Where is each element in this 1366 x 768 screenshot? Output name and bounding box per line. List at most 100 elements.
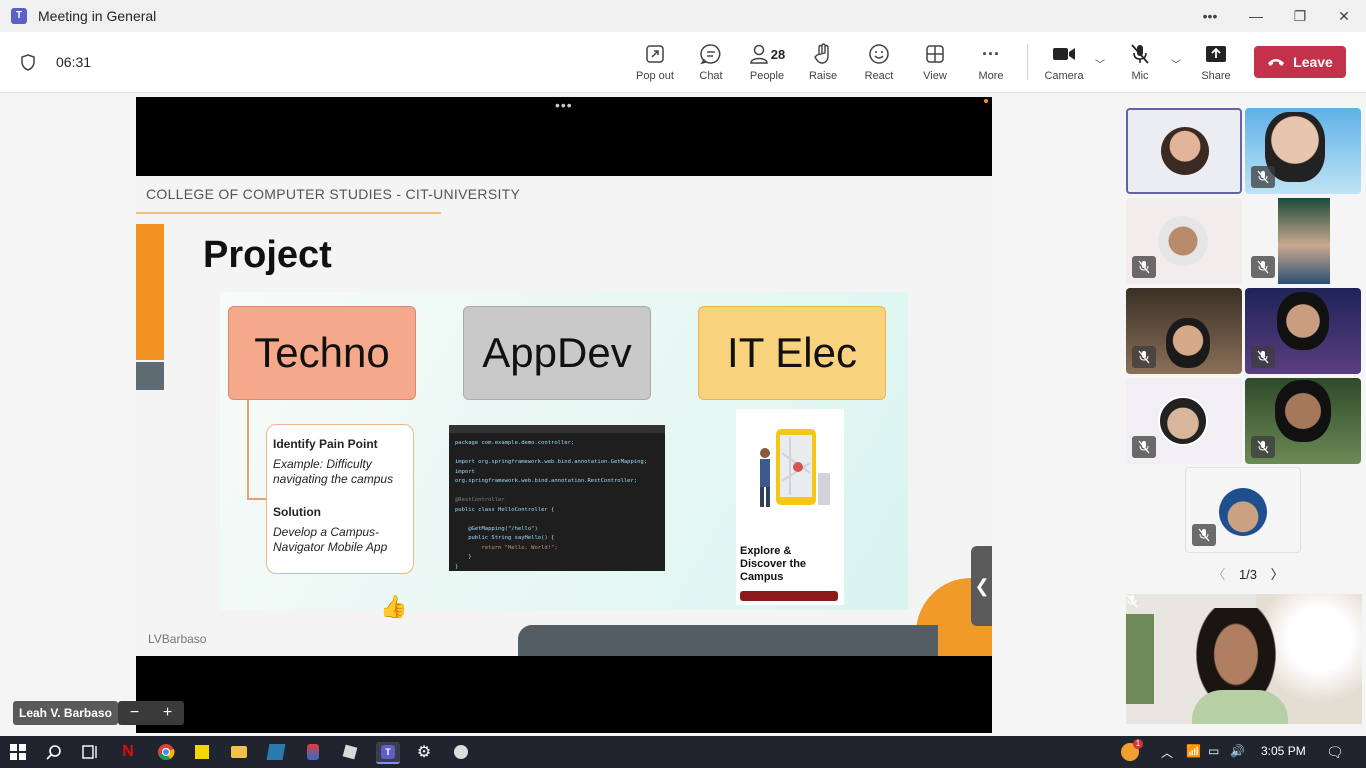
- participant-tile[interactable]: [1126, 198, 1242, 284]
- app-icon[interactable]: [266, 742, 286, 762]
- next-page-icon[interactable]: 〉: [1271, 567, 1284, 582]
- people-icon: [750, 44, 768, 64]
- view-label: View: [923, 70, 947, 82]
- slide-header: COLLEGE OF COMPUTER STUDIES - CIT-UNIVER…: [146, 186, 521, 202]
- participant-tile[interactable]: [1245, 198, 1361, 284]
- chrome-icon[interactable]: [156, 742, 176, 762]
- sticky-notes-icon[interactable]: [192, 742, 212, 762]
- restore-button[interactable]: ❐: [1277, 0, 1323, 32]
- pop-out-label: Pop out: [636, 70, 674, 82]
- gallery-pager: 〈 1/3 〉: [1208, 564, 1288, 583]
- mic-off-icon: [1251, 346, 1275, 368]
- code-line: import org.springframework.web.bind.anno…: [455, 468, 638, 485]
- share-icon: [1206, 46, 1226, 62]
- title-bar: T Meeting in General ••• — ❐ ✕: [0, 0, 1366, 32]
- raise-hand-icon: [814, 43, 829, 64]
- avatar: [1275, 380, 1331, 442]
- participant-tile[interactable]: [1126, 108, 1242, 194]
- teams-icon[interactable]: T: [376, 742, 400, 764]
- window-title: Meeting in General: [38, 8, 157, 24]
- camera-button[interactable]: Camera: [1036, 42, 1092, 88]
- avatar: [1219, 488, 1267, 536]
- mic-off-icon: [1132, 436, 1156, 458]
- share-button[interactable]: Share: [1188, 42, 1244, 88]
- settings-icon[interactable]: ⚙: [414, 742, 434, 762]
- code-line: package com.example.demo.controller;: [455, 440, 575, 446]
- participant-tile[interactable]: [1245, 378, 1361, 464]
- avatar: [1158, 396, 1208, 446]
- mic-off-icon: [1251, 166, 1275, 188]
- task-view-icon[interactable]: [80, 742, 100, 762]
- more-button[interactable]: ··· More: [963, 42, 1019, 88]
- avatar: [1161, 127, 1209, 175]
- shared-screen: ••• COLLEGE OF COMPUTER STUDIES - CIT-UN…: [136, 97, 992, 733]
- close-button[interactable]: ✕: [1321, 0, 1366, 32]
- previous-page-icon[interactable]: 〈: [1212, 567, 1225, 582]
- participant-tile[interactable]: [1126, 288, 1242, 374]
- mic-options-chevron-icon[interactable]: ﹀: [1171, 56, 1181, 71]
- clock[interactable]: 3:05 PM: [1261, 744, 1306, 758]
- view-button[interactable]: View: [907, 42, 963, 88]
- chat-button[interactable]: Chat: [683, 42, 739, 88]
- camera-options-chevron-icon[interactable]: ﹀: [1095, 56, 1105, 71]
- react-button[interactable]: React: [851, 42, 907, 88]
- more-label: More: [978, 70, 1004, 82]
- file-explorer-icon[interactable]: [229, 742, 249, 762]
- more-options-icon[interactable]: •••: [1187, 0, 1233, 32]
- code-line: }: [455, 563, 459, 570]
- map-illustration-icon: [760, 429, 830, 507]
- windows-taskbar: N T ⚙ 1 ︿ 📶 ▭ 🔊 3:05 PM 🗨: [0, 736, 1366, 768]
- mic-muted-icon: [1131, 44, 1149, 64]
- zoom-in-icon[interactable]: +: [163, 704, 172, 722]
- presentation-slide: COLLEGE OF COMPUTER STUDIES - CIT-UNIVER…: [136, 176, 992, 656]
- mobile-app-mockup: Explore & Discover the Campus: [736, 409, 844, 605]
- minimize-button[interactable]: —: [1233, 0, 1279, 32]
- people-count: 28: [770, 46, 786, 62]
- pop-out-button[interactable]: Pop out: [627, 42, 683, 88]
- phone-tagline: Explore & Discover the Campus: [740, 545, 807, 583]
- code-line: @GetMapping("/hello"): [455, 525, 538, 532]
- self-view-video[interactable]: [1126, 594, 1362, 724]
- people-label: People: [749, 70, 785, 82]
- self-shirt: [1192, 690, 1288, 724]
- mic-off-icon: [1251, 436, 1275, 458]
- chat-icon: [700, 44, 721, 65]
- participant-tile[interactable]: [1245, 108, 1361, 194]
- mic-button[interactable]: Mic: [1112, 42, 1168, 88]
- search-icon[interactable]: [44, 742, 64, 762]
- battery-icon[interactable]: ▭: [1208, 744, 1219, 758]
- mic-off-icon: [1132, 346, 1156, 368]
- code-line: @RestController: [455, 497, 505, 503]
- roblox-icon[interactable]: [340, 742, 360, 762]
- itelec-box: IT Elec: [698, 306, 886, 400]
- pain-text: Example: Difficulty navigating the campu…: [273, 457, 394, 486]
- slide-title: Project: [203, 234, 332, 276]
- presenting-indicator-icon: [984, 99, 988, 103]
- participant-tile[interactable]: [1245, 288, 1361, 374]
- paint-icon[interactable]: [303, 742, 323, 762]
- pain-heading: Identify Pain Point: [273, 437, 378, 451]
- volume-icon[interactable]: 🔊: [1230, 744, 1245, 758]
- leave-button[interactable]: Leave: [1254, 46, 1346, 78]
- participant-tile[interactable]: [1126, 378, 1242, 464]
- participant-tile[interactable]: [1185, 467, 1301, 553]
- code-line: import org.springframework.web.bind.anno…: [455, 459, 648, 465]
- code-line: return "Hello, World!";: [455, 544, 558, 551]
- code-line: public class HelloController {: [455, 506, 555, 513]
- wifi-icon[interactable]: 📶: [1186, 744, 1201, 758]
- windows-start-icon[interactable]: [8, 742, 28, 762]
- meeting-timer: 06:31: [56, 54, 92, 70]
- notification-app-icon[interactable]: 1: [1120, 739, 1143, 762]
- show-hidden-icons-icon[interactable]: ︿: [1161, 744, 1173, 761]
- notifications-icon[interactable]: 🗨: [1326, 744, 1344, 761]
- pain-point-card: Identify Pain Point Example: Difficulty …: [266, 424, 414, 574]
- raise-hand-button[interactable]: Raise: [795, 42, 851, 88]
- zoom-out-icon[interactable]: −: [130, 704, 139, 722]
- stage-options-icon[interactable]: •••: [555, 97, 573, 113]
- netflix-icon[interactable]: N: [118, 742, 138, 762]
- people-button[interactable]: 28 People: [739, 42, 795, 88]
- shield-app-icon[interactable]: [451, 742, 471, 762]
- avatar: [1166, 318, 1210, 368]
- collapse-handle-icon[interactable]: ❮: [971, 546, 992, 626]
